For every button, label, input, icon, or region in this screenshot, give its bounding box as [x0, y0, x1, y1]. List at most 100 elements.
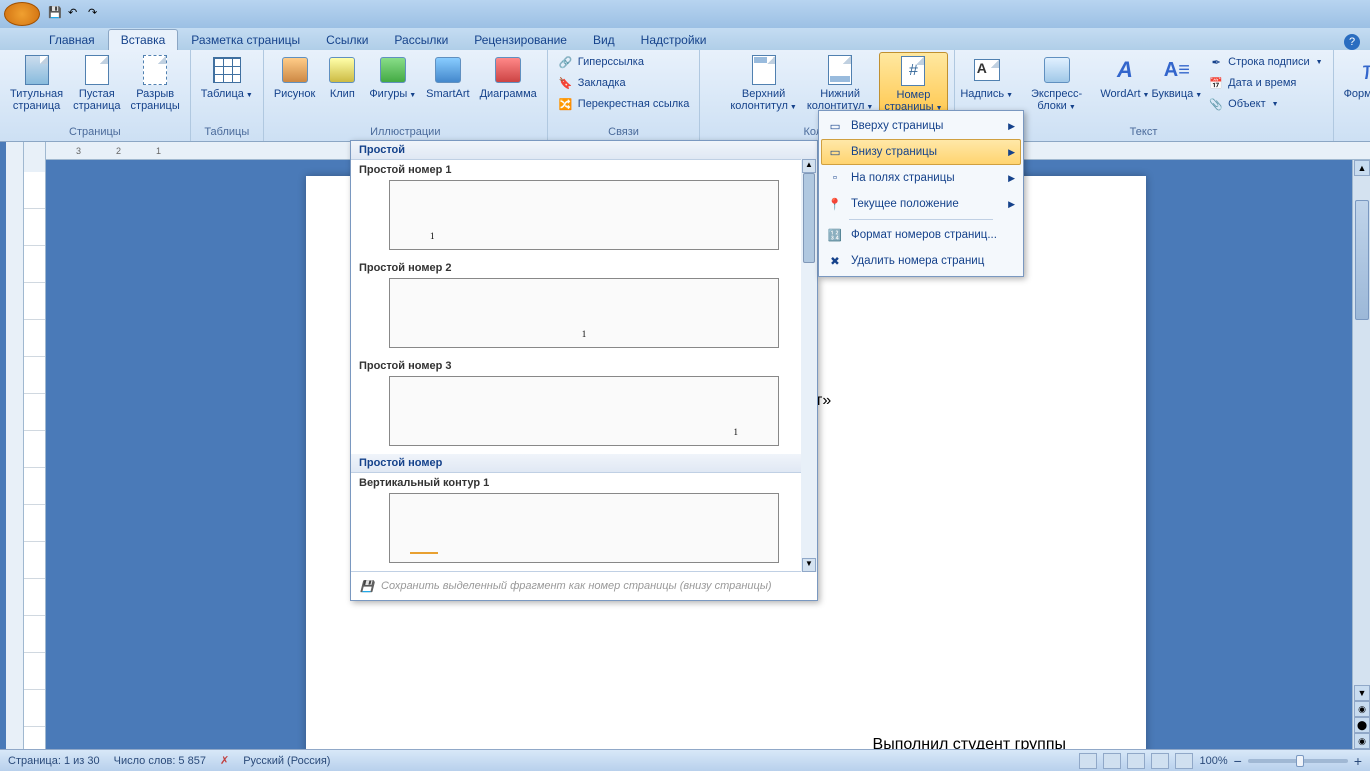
menu-remove-page-numbers[interactable]: ✖ Удалить номера страниц: [821, 248, 1021, 274]
zoom-slider[interactable]: [1248, 759, 1348, 763]
view-outline[interactable]: [1151, 753, 1169, 769]
dropcap-label: Буквица▼: [1152, 88, 1203, 100]
wordart-button[interactable]: A WordArt▼: [1100, 52, 1149, 102]
tab-home[interactable]: Главная: [36, 29, 108, 50]
save-icon[interactable]: 💾: [48, 6, 64, 22]
scroll-thumb[interactable]: [1355, 200, 1369, 320]
view-draft[interactable]: [1175, 753, 1193, 769]
browse-object-icon[interactable]: ⬤: [1354, 717, 1370, 733]
status-words[interactable]: Число слов: 5 857: [114, 755, 206, 767]
tab-view[interactable]: Вид: [580, 29, 628, 50]
tab-mailings[interactable]: Рассылки: [381, 29, 461, 50]
tab-references[interactable]: Ссылки: [313, 29, 381, 50]
chart-button[interactable]: Диаграмма: [476, 52, 541, 102]
status-spellcheck-icon[interactable]: ✗: [220, 754, 229, 767]
footer-button[interactable]: Нижний колонтитул▼: [803, 52, 878, 114]
menu-top-of-page[interactable]: ▭ Вверху страницы ▶: [821, 113, 1021, 139]
shapes-icon: [377, 54, 409, 86]
sigline-button[interactable]: ✒Строка подписи▼: [1204, 52, 1326, 72]
menu-bottom-of-page[interactable]: ▭ Внизу страницы ▶: [821, 139, 1021, 165]
gallery-scroll-down[interactable]: ▼: [802, 558, 816, 572]
chevron-right-icon: ▶: [1008, 173, 1015, 184]
menu-page-margins[interactable]: ▫ На полях страницы ▶: [821, 165, 1021, 191]
textbox-button[interactable]: A Надпись▼: [961, 52, 1013, 102]
zoom-in-button[interactable]: +: [1354, 753, 1362, 769]
group-symbols: π Формула▼ Ω Символ▼ Символы: [1334, 50, 1370, 141]
ribbon: Титульная страница Пустая страница Разры…: [0, 50, 1370, 142]
dropcap-button[interactable]: A≡ Буквица▼: [1152, 52, 1203, 102]
group-links: 🔗Гиперссылка 🔖Закладка 🔀 Перекрестная ссы…: [548, 50, 701, 141]
status-page[interactable]: Страница: 1 из 30: [8, 755, 100, 767]
gallery-item-simple-1[interactable]: Простой номер 1 1: [351, 160, 817, 258]
gallery-item-vertical-1[interactable]: Вертикальный контур 1: [351, 473, 817, 571]
gallery-scroll-up[interactable]: ▲: [802, 159, 816, 173]
blank-page-icon: [81, 54, 113, 86]
tab-page-layout[interactable]: Разметка страницы: [178, 29, 313, 50]
zoom-out-button[interactable]: −: [1234, 753, 1242, 769]
gallery-scroll-thumb[interactable]: [803, 173, 815, 263]
crossref-icon: 🔀: [558, 96, 574, 112]
tab-insert[interactable]: Вставка: [108, 29, 179, 50]
tab-addins[interactable]: Надстройки: [628, 29, 720, 50]
view-web-layout[interactable]: [1127, 753, 1145, 769]
shapes-button[interactable]: Фигуры▼: [365, 52, 420, 102]
crossref-button[interactable]: 🔀 Перекрестная ссылка: [554, 94, 694, 114]
cover-page-button[interactable]: Титульная страница: [6, 52, 67, 114]
quickparts-button[interactable]: Экспресс-блоки▼: [1015, 52, 1098, 114]
scroll-up-arrow[interactable]: ▲: [1354, 160, 1370, 176]
page-number-icon: #: [897, 55, 929, 87]
redo-icon[interactable]: ↷: [88, 6, 104, 22]
crossref-label: Перекрестная ссылка: [578, 98, 690, 110]
page-number-gallery: Простой Простой номер 1 1 Простой номер …: [350, 140, 818, 601]
group-links-label: Связи: [554, 125, 694, 139]
page-break-button[interactable]: Разрыв страницы: [127, 52, 184, 114]
table-label: Таблица▼: [201, 88, 253, 100]
clip-button[interactable]: Клип: [321, 52, 363, 102]
undo-icon[interactable]: ↶: [68, 6, 84, 22]
page-number-button[interactable]: # Номер страницы▼: [879, 52, 947, 116]
chevron-right-icon: ▶: [1008, 147, 1015, 158]
menu-format-page-numbers[interactable]: 🔢 Формат номеров страниц...: [821, 222, 1021, 248]
office-button[interactable]: [4, 2, 40, 26]
table-button[interactable]: Таблица▼: [197, 52, 257, 102]
datetime-button[interactable]: 📅Дата и время: [1204, 73, 1326, 93]
next-page-icon[interactable]: ◉: [1354, 733, 1370, 749]
chart-icon: [492, 54, 524, 86]
gallery-item-simple-3[interactable]: Простой номер 3 1: [351, 356, 817, 454]
smartart-button[interactable]: SmartArt: [422, 52, 473, 102]
gallery-scrollbar[interactable]: ▲ ▼: [801, 159, 817, 572]
page-top-icon: ▭: [827, 118, 843, 134]
menu-current-position[interactable]: 📍 Текущее положение ▶: [821, 191, 1021, 217]
equation-icon: π: [1355, 54, 1370, 86]
view-print-layout[interactable]: [1079, 753, 1097, 769]
gallery-item-simple-2[interactable]: Простой номер 2 1: [351, 258, 817, 356]
zoom-level[interactable]: 100%: [1199, 755, 1227, 767]
blank-page-button[interactable]: Пустая страница: [69, 52, 124, 114]
clip-label: Клип: [330, 88, 355, 100]
gallery-footer-label: Сохранить выделенный фрагмент как номер …: [381, 580, 772, 592]
equation-button[interactable]: π Формула▼: [1340, 52, 1370, 102]
cover-page-label: Титульная страница: [10, 88, 63, 112]
picture-button[interactable]: Рисунок: [270, 52, 320, 102]
view-full-screen[interactable]: [1103, 753, 1121, 769]
tab-review[interactable]: Рецензирование: [461, 29, 580, 50]
group-tables: Таблица▼ Таблицы: [191, 50, 264, 141]
group-illustrations-label: Иллюстрации: [270, 125, 541, 139]
picture-label: Рисунок: [274, 88, 316, 100]
vertical-scrollbar[interactable]: ▲ ▼ ◉ ⬤ ◉: [1352, 160, 1370, 749]
smartart-label: SmartArt: [426, 88, 469, 100]
status-language[interactable]: Русский (Россия): [243, 755, 330, 767]
header-button[interactable]: Верхний колонтитул▼: [726, 52, 801, 114]
hyperlink-button[interactable]: 🔗Гиперссылка: [554, 52, 694, 72]
page-bottom-icon: ▭: [827, 144, 843, 160]
scroll-down-arrow[interactable]: ▼: [1354, 685, 1370, 701]
bookmark-button[interactable]: 🔖Закладка: [554, 73, 694, 93]
ruler-toggle[interactable]: [6, 142, 24, 749]
shapes-label: Фигуры▼: [369, 88, 416, 100]
zoom-thumb[interactable]: [1296, 755, 1304, 767]
gallery-preview: 1: [389, 180, 779, 250]
prev-page-icon[interactable]: ◉: [1354, 701, 1370, 717]
chart-label: Диаграмма: [480, 88, 537, 100]
help-icon[interactable]: ?: [1344, 34, 1360, 50]
object-button[interactable]: 📎Объект▼: [1204, 94, 1326, 114]
